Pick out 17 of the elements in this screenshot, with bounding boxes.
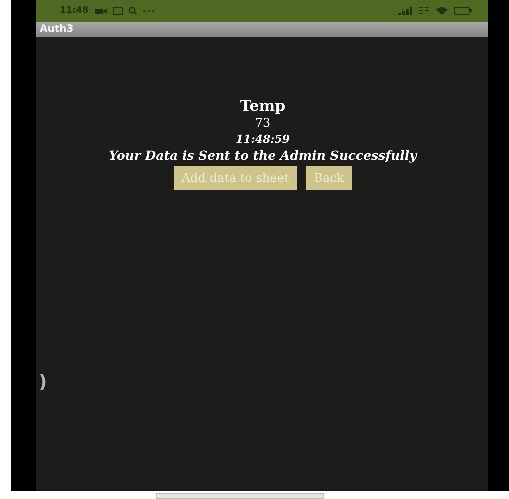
- video-icon: [94, 8, 107, 14]
- temperature-value: 73: [255, 115, 271, 131]
- image-icon: [112, 7, 123, 15]
- timestamp: 11:48:59: [236, 132, 290, 148]
- battery-icon: [454, 7, 472, 15]
- signal-icon: [398, 7, 412, 15]
- home-indicator[interactable]: [156, 493, 324, 499]
- window-title: Auth3: [40, 24, 74, 35]
- status-time: 11:48: [60, 6, 89, 16]
- field-label: Temp: [240, 97, 286, 115]
- success-message: Your Data is Sent to the Admin Successfully: [109, 148, 417, 164]
- add-data-button[interactable]: Add data to sheet: [174, 166, 298, 190]
- search-icon: [128, 7, 137, 15]
- back-button[interactable]: Back: [306, 166, 352, 190]
- more-icon: [142, 10, 155, 12]
- stray-character: ): [38, 372, 48, 393]
- wifi-icon: [436, 7, 448, 15]
